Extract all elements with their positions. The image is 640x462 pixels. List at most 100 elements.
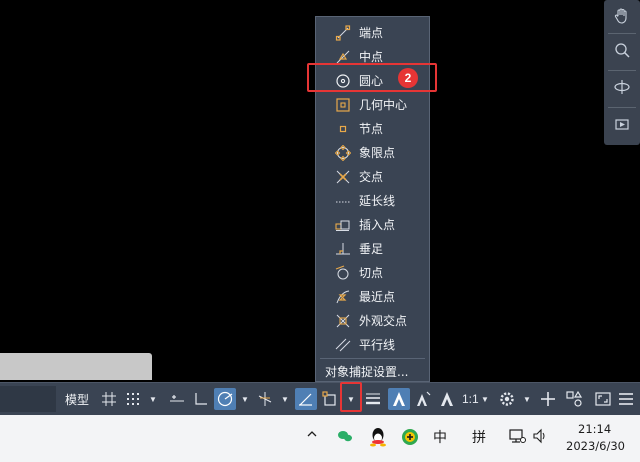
- qq-tray-icon[interactable]: [369, 427, 387, 451]
- snap-item-node[interactable]: 节点: [316, 117, 429, 141]
- infer-constraints-button[interactable]: [166, 388, 188, 410]
- snap-item-label: 插入点: [359, 218, 396, 232]
- snap-item-label: 节点: [359, 122, 384, 136]
- insertion-snap-icon: [335, 220, 350, 231]
- clock-time[interactable]: 21:14: [578, 422, 611, 436]
- command-line-panel[interactable]: [0, 353, 152, 380]
- snap-settings-item[interactable]: 对象捕捉设置...: [316, 360, 429, 384]
- isolate-objects-icon: [566, 390, 583, 407]
- ime-mode-indicator[interactable]: 中: [433, 427, 447, 447]
- snap-item-parallel[interactable]: 平行线: [316, 333, 429, 357]
- snap-item-label: 切点: [359, 266, 384, 280]
- menu-separator: [320, 358, 425, 359]
- wechat-tray-icon[interactable]: [337, 428, 353, 448]
- intersection-snap-icon: [336, 170, 350, 184]
- polar-tracking-icon: [217, 391, 233, 407]
- status-bar: 模型 ▼ ▼ ▼ ▼ 1:1 ▼ ▼: [0, 382, 640, 415]
- snap-item-perpendicular[interactable]: 垂足: [316, 237, 429, 261]
- isodraft-dropdown[interactable]: ▼: [280, 391, 290, 407]
- quadrant-snap-icon: [335, 145, 351, 161]
- orbit-icon[interactable]: [608, 73, 636, 101]
- lineweight-icon: [366, 393, 380, 405]
- zoom-icon[interactable]: [608, 36, 636, 64]
- annotation-scale-label[interactable]: 1:1: [462, 388, 479, 410]
- snap-item-geometric-center[interactable]: 几何中心: [316, 93, 429, 117]
- endpoint-snap-icon: [335, 25, 351, 41]
- layout-tabs-area[interactable]: [0, 386, 56, 412]
- snap-item-label: 端点: [359, 26, 384, 40]
- volume-tray-icon[interactable]: [532, 428, 550, 448]
- ortho-mode-button[interactable]: [190, 388, 212, 410]
- showmotion-icon[interactable]: [608, 110, 636, 138]
- node-snap-icon: [339, 125, 347, 133]
- ortho-icon: [195, 393, 207, 405]
- isodraft-button[interactable]: [254, 388, 276, 410]
- annotation-scale-icon: [441, 392, 453, 406]
- workspace-dropdown[interactable]: ▼: [522, 391, 532, 407]
- chevron-up-icon[interactable]: [306, 428, 318, 444]
- annotation-scale-dropdown[interactable]: ▼: [480, 391, 490, 407]
- snap-item-label: 最近点: [359, 290, 396, 304]
- windows-taskbar: 中 拼 21:14 2023/6/30: [0, 415, 640, 462]
- gear-icon: [500, 392, 514, 406]
- fullscreen-button[interactable]: [592, 388, 614, 410]
- snap-item-endpoint[interactable]: 端点: [316, 21, 429, 45]
- isolate-objects-button[interactable]: [563, 388, 585, 410]
- snap-item-nearest[interactable]: 最近点: [316, 285, 429, 309]
- snap-item-label: 象限点: [359, 146, 396, 160]
- polar-tracking-button[interactable]: [214, 388, 236, 410]
- snap-item-label: 平行线: [359, 338, 396, 352]
- tangent-snap-icon: [335, 265, 349, 280]
- auto-scale-icon: [417, 391, 431, 406]
- nearest-snap-icon: [336, 290, 350, 304]
- snap-item-label: 外观交点: [359, 314, 408, 328]
- hamburger-icon: [619, 393, 633, 405]
- snap-grid-icon: [127, 393, 139, 405]
- grid-icon: [102, 392, 116, 406]
- highlight-object-snap-dropdown: [340, 382, 362, 412]
- auto-scale-button[interactable]: [412, 388, 434, 410]
- snap-item-apparent-intersection[interactable]: 外观交点: [316, 309, 429, 333]
- clock-date[interactable]: 2023/6/30: [566, 439, 625, 453]
- snap-item-intersection[interactable]: 交点: [316, 165, 429, 189]
- infer-constraints-icon: [170, 395, 184, 402]
- plus-icon: [541, 392, 555, 406]
- fullscreen-icon: [595, 392, 611, 406]
- snap-item-extension[interactable]: 延长线: [316, 189, 429, 213]
- annotation-scale-icon: [393, 392, 405, 406]
- annotation-visibility-button[interactable]: [388, 388, 410, 410]
- model-space-button[interactable]: 模型: [63, 388, 91, 410]
- snap-item-tangent[interactable]: 切点: [316, 261, 429, 285]
- object-snap-button[interactable]: [319, 388, 341, 410]
- object-snap-tracking-button[interactable]: [295, 388, 317, 410]
- network-tray-icon[interactable]: [508, 428, 526, 448]
- apparent-intersection-snap-icon: [336, 314, 350, 328]
- polar-tracking-dropdown[interactable]: ▼: [240, 391, 250, 407]
- snap-item-label: 延长线: [359, 194, 396, 208]
- geometric-center-snap-icon: [336, 98, 350, 112]
- customize-menu-button[interactable]: [615, 388, 637, 410]
- step-badge-2: 2: [398, 68, 418, 88]
- snap-item-label: 交点: [359, 170, 384, 184]
- annotation-scale-button[interactable]: [436, 388, 458, 410]
- snap-item-label: 几何中心: [359, 98, 408, 112]
- snap-item-insertion[interactable]: 插入点: [316, 213, 429, 237]
- snap-tracking-icon: [299, 393, 312, 406]
- snap-mode-button[interactable]: [122, 388, 144, 410]
- object-snap-icon: [322, 391, 336, 406]
- annotation-monitor-button[interactable]: [537, 388, 559, 410]
- snap-item-quadrant[interactable]: 象限点: [316, 141, 429, 165]
- security-tray-icon[interactable]: [401, 428, 419, 450]
- snap-item-label: 垂足: [359, 242, 384, 256]
- parallel-snap-icon: [335, 338, 351, 352]
- pan-hand-icon[interactable]: [608, 2, 636, 30]
- workspace-button[interactable]: [496, 388, 518, 410]
- ime-pinyin-indicator[interactable]: 拼: [472, 427, 486, 447]
- grid-button[interactable]: [98, 388, 120, 410]
- extension-snap-icon: [336, 201, 350, 203]
- snap-mode-dropdown[interactable]: ▼: [148, 391, 158, 407]
- navigation-bar: [604, 0, 640, 145]
- lineweight-button[interactable]: [362, 388, 384, 410]
- isodraft-icon: [258, 392, 272, 406]
- perpendicular-snap-icon: [336, 243, 350, 255]
